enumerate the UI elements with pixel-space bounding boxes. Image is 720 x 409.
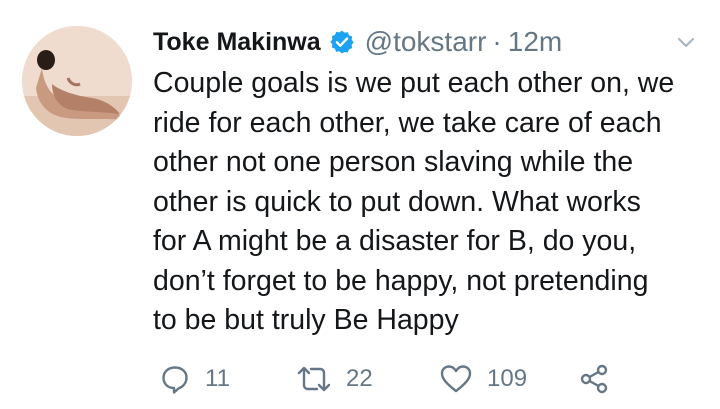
avatar[interactable] — [22, 26, 132, 136]
share-icon — [580, 364, 608, 394]
tweet-actions: 11 22 109 — [153, 362, 623, 396]
tweet-text-line: for A might be a disaster for B, do you, — [153, 225, 637, 257]
reply-count: 11 — [205, 365, 230, 392]
display-name[interactable]: Toke Makinwa — [153, 28, 321, 57]
tweet-text: Couple goals is we put each other on, we… — [153, 64, 713, 341]
tweet-text-line: to be but truly Be Happy — [153, 304, 459, 336]
retweet-button[interactable]: 22 — [296, 362, 373, 396]
timestamp[interactable]: 12m — [508, 26, 562, 58]
separator-dot: · — [492, 26, 502, 57]
retweet-count: 22 — [346, 365, 373, 392]
user-handle[interactable]: @tokstarr — [365, 26, 487, 58]
chevron-down-icon[interactable] — [676, 32, 696, 52]
tweet-text-line: other not one person slaving while the — [153, 146, 634, 178]
reply-button[interactable]: 11 — [159, 362, 230, 396]
tweet-header: Toke Makinwa @tokstarr · 12m — [153, 22, 562, 62]
like-count: 109 — [487, 365, 528, 392]
reply-icon — [162, 366, 188, 394]
avatar-photo — [22, 26, 132, 136]
tweet-text-line: ride for each other, we take care of eac… — [153, 106, 662, 139]
tweet-text-line: other is quick to put down. What works — [153, 185, 641, 218]
heart-icon — [440, 365, 472, 393]
tweet-card[interactable]: Toke Makinwa @tokstarr · 12m Couple goal… — [0, 0, 720, 409]
like-button[interactable]: 109 — [439, 362, 527, 396]
share-button[interactable] — [578, 362, 610, 396]
tweet-text-line: Couple goals is we put each other on, we — [153, 67, 675, 99]
verified-badge-icon — [329, 29, 355, 55]
retweet-icon — [297, 366, 331, 392]
tweet-text-line: don’t forget to be happy, not pretending — [153, 264, 649, 297]
